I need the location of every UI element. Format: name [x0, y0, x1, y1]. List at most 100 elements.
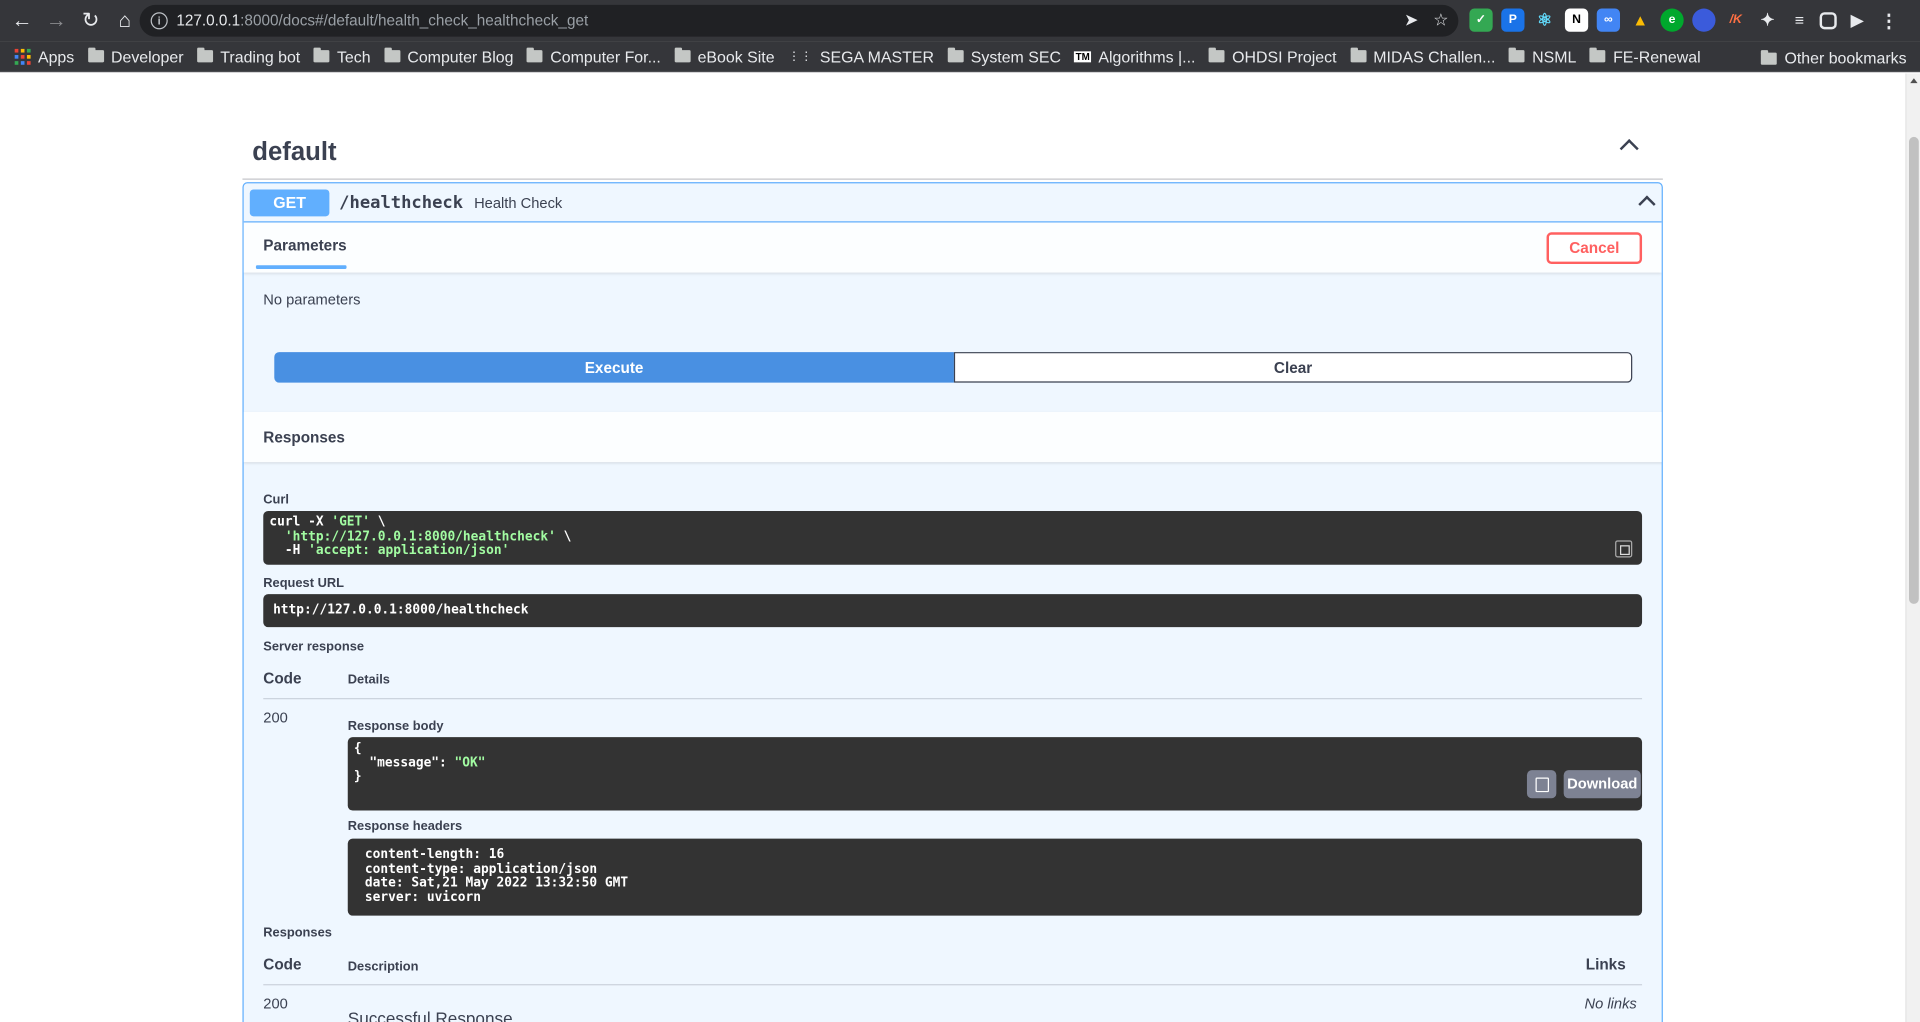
url-text: 127.0.0.1:8000/docs#/default/health_chec…: [176, 12, 589, 30]
details-header: Details: [347, 672, 390, 688]
vertical-scrollbar[interactable]: [1905, 73, 1920, 1022]
menu-kebab-icon[interactable]: ⋮: [1877, 9, 1900, 32]
bookmark-system-sec[interactable]: System SEC: [947, 47, 1061, 65]
server-response-label: Server response: [263, 639, 365, 655]
response-headers-label: Response headers: [347, 819, 463, 834]
successful-response-text: Successful Response: [347, 1008, 513, 1022]
folder-icon: [526, 47, 543, 63]
bookmark-tech[interactable]: Tech: [313, 47, 371, 65]
bookmark-sega-master[interactable]: ⋮⋮ SEGA MASTER: [788, 47, 934, 65]
request-url-value: http://127.0.0.1:8000/healthcheck: [263, 594, 1643, 628]
method-badge: GET: [249, 188, 330, 216]
bookmark-computer-for[interactable]: Computer For...: [526, 47, 661, 65]
no-parameters-text: No parameters: [263, 290, 361, 309]
response-code: 200: [263, 709, 288, 727]
response-body-block: { "message": "OK" } Download: [347, 737, 1643, 811]
tm-favicon-icon: TM: [1074, 50, 1092, 62]
folder-icon: [947, 47, 964, 63]
reading-list-icon[interactable]: ≡: [1788, 9, 1811, 32]
code-header-2: Code: [263, 955, 302, 974]
divider: [263, 698, 1643, 700]
copy-icon[interactable]: [1615, 540, 1633, 558]
profile-icon[interactable]: ▶: [1845, 9, 1868, 32]
tag-section-default[interactable]: default: [242, 125, 1663, 180]
divider: [263, 984, 1643, 986]
bookmark-developer[interactable]: Developer: [87, 47, 184, 65]
request-url-label: Request URL: [263, 575, 345, 591]
circle-extension-icon[interactable]: [1692, 8, 1716, 32]
back-icon[interactable]: ←: [6, 5, 38, 37]
bookmark-fe-renewal[interactable]: FE-Renewal: [1589, 47, 1701, 65]
folder-icon: [313, 47, 330, 63]
chevron-up-icon[interactable]: [1619, 139, 1639, 159]
bookmark-apps[interactable]: Apps: [14, 47, 74, 65]
endpoint-path: /healthcheck: [339, 192, 464, 213]
bookmark-nsml[interactable]: NSML: [1508, 47, 1576, 65]
responses-label: Responses: [263, 925, 332, 941]
bookmark-ohdsi-project[interactable]: OHDSI Project: [1208, 47, 1337, 65]
response-body-label: Response body: [347, 718, 444, 734]
drive-extension-icon[interactable]: ▲: [1629, 9, 1652, 32]
tab-underline: [255, 265, 347, 269]
code-header: Code: [263, 669, 302, 688]
bookmark-star-icon[interactable]: ☆: [1433, 10, 1448, 31]
forward-icon[interactable]: →: [40, 5, 72, 37]
shield-extension-icon[interactable]: ✓: [1469, 8, 1493, 32]
ai-extension-icon[interactable]: /K: [1724, 9, 1747, 32]
address-bar[interactable]: i 127.0.0.1:8000/docs#/default/health_ch…: [139, 4, 1459, 37]
response-headers-block: content-length: 16 content-type: applica…: [347, 838, 1643, 916]
links-header: Links: [1585, 955, 1626, 974]
scrollbar-thumb[interactable]: [1908, 136, 1919, 604]
no-links-text: No links: [1584, 995, 1637, 1013]
dots-favicon-icon: ⋮⋮: [788, 49, 813, 63]
curl-label: Curl: [263, 492, 289, 508]
clear-button[interactable]: Clear: [953, 352, 1633, 383]
download-button[interactable]: Download: [1563, 770, 1641, 799]
chevron-up-icon[interactable]: [1638, 195, 1656, 213]
tab-parameters[interactable]: Parameters: [263, 237, 346, 254]
bookmark-other[interactable]: Other bookmarks: [1761, 49, 1907, 67]
folder-icon: [1208, 47, 1225, 63]
folder-icon: [1589, 47, 1606, 63]
bookmark-trading-bot[interactable]: Trading bot: [197, 47, 300, 65]
evernote-extension-icon[interactable]: e: [1660, 8, 1684, 32]
operation-summary[interactable]: GET /healthcheck Health Check: [243, 183, 1662, 223]
react-extension-icon[interactable]: ⚛: [1533, 9, 1556, 32]
notion-extension-icon[interactable]: N: [1564, 8, 1589, 32]
folder-icon: [674, 47, 691, 63]
bookmarks-bar: Apps Developer Trading bot Tech Computer…: [0, 41, 1920, 73]
responses-header: Responses: [243, 411, 1662, 463]
bookmark-algorithms[interactable]: TM Algorithms |...: [1074, 47, 1195, 65]
folder-icon: [197, 47, 213, 63]
parameters-header: Parameters Cancel: [243, 222, 1662, 273]
operation-description: Health Check: [474, 193, 563, 211]
site-info-icon[interactable]: i: [150, 12, 168, 30]
folder-icon: [1508, 47, 1525, 63]
home-icon[interactable]: ⌂: [109, 5, 141, 37]
p-extension-icon[interactable]: P: [1501, 8, 1525, 32]
copy-to-clipboard-icon[interactable]: [1526, 770, 1557, 799]
scroll-up-arrow-icon[interactable]: [1910, 78, 1918, 84]
response-code-2: 200: [263, 995, 288, 1013]
cancel-button[interactable]: Cancel: [1546, 232, 1643, 265]
glasses-extension-icon[interactable]: ∞: [1596, 8, 1621, 32]
folder-icon: [384, 47, 400, 63]
execute-button-group: Execute Clear: [274, 352, 1633, 383]
bookmark-midas-challenge[interactable]: MIDAS Challen...: [1350, 47, 1495, 65]
folder-icon: [87, 47, 104, 63]
browser-toolbar: ← → ↻ ⌂ i 127.0.0.1:8000/docs#/default/h…: [0, 0, 1920, 42]
curl-code-block: curl -X 'GET' \ 'http://127.0.0.1:8000/h…: [263, 511, 1643, 565]
responses-title: Responses: [263, 429, 345, 447]
folder-icon: [1350, 47, 1366, 63]
apps-grid-icon: [14, 48, 31, 65]
swagger-page: default GET /healthcheck Health Check Pa…: [0, 73, 1920, 1022]
operation-block: GET /healthcheck Health Check Parameters…: [242, 182, 1663, 1022]
bookmark-computer-blog[interactable]: Computer Blog: [384, 47, 514, 65]
folder-icon: [1761, 49, 1778, 65]
reload-icon[interactable]: ↻: [75, 5, 107, 37]
execute-button[interactable]: Execute: [274, 352, 954, 383]
side-panel-icon[interactable]: [1819, 11, 1837, 29]
bookmark-ebook-site[interactable]: eBook Site: [674, 47, 775, 65]
send-icon[interactable]: ➤: [1404, 10, 1418, 31]
puzzle-extensions-icon[interactable]: ✦: [1756, 9, 1779, 32]
